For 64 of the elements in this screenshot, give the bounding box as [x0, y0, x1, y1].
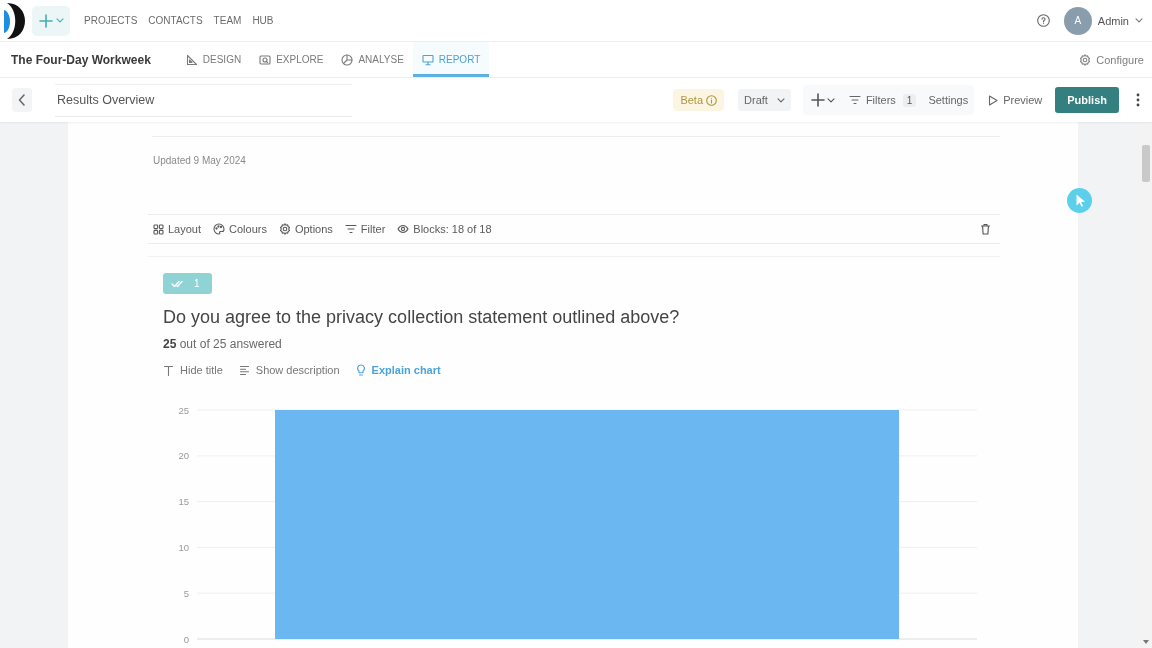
- nav-link[interactable]: PROJECTS: [84, 15, 138, 26]
- question-title: Do you agree to the privacy collection statement outlined above?: [163, 306, 681, 328]
- project-title: The Four-Day Workweek: [11, 52, 151, 67]
- double-check-icon: [171, 278, 183, 289]
- text-lines-icon: [238, 364, 250, 376]
- plus-icon: [810, 93, 825, 107]
- info-icon: [706, 94, 718, 106]
- magnifier-frame-icon: [259, 53, 272, 66]
- add-block-button[interactable]: [808, 93, 837, 107]
- avatar: A: [1063, 6, 1092, 35]
- publish-button[interactable]: Publish: [1055, 87, 1119, 113]
- text-icon: [163, 364, 174, 376]
- filter-icon: [848, 95, 861, 105]
- eye-icon: [397, 223, 410, 235]
- logo-icon[interactable]: [2, 2, 28, 39]
- layout-button[interactable]: Layout: [153, 223, 202, 235]
- filter-count: 1: [902, 93, 917, 107]
- updated-date: Updated 9 May 2024: [152, 155, 247, 167]
- trash-icon[interactable]: [980, 223, 991, 235]
- report-title-field[interactable]: Results Overview: [55, 83, 352, 117]
- y-axis-label: 5: [183, 587, 189, 599]
- y-axis-label: 20: [178, 450, 189, 462]
- filter-icon: [344, 224, 357, 234]
- settings-button[interactable]: Settings: [928, 94, 969, 106]
- options-button[interactable]: Options: [278, 223, 333, 235]
- user-menu-button[interactable]: A Admin: [1063, 6, 1143, 35]
- palette-icon: [213, 223, 226, 235]
- gear-icon: [278, 223, 291, 235]
- tab[interactable]: EXPLORE: [250, 42, 333, 77]
- nav-link[interactable]: CONTACTS: [148, 15, 203, 26]
- question-number: 1: [194, 278, 200, 289]
- y-axis-label: 10: [178, 541, 189, 553]
- configure-button[interactable]: Configure: [1079, 53, 1144, 66]
- filter-button[interactable]: Filter: [344, 223, 386, 235]
- tab[interactable]: DESIGN: [176, 42, 251, 77]
- hide-title-button[interactable]: Hide title: [163, 364, 223, 376]
- back-button[interactable]: [12, 88, 32, 112]
- monitor-icon: [421, 53, 434, 66]
- status-dropdown[interactable]: Draft: [738, 89, 791, 111]
- gear-icon: [1079, 53, 1092, 66]
- kebab-menu-icon[interactable]: [1136, 93, 1140, 107]
- preview-button[interactable]: Preview: [988, 94, 1043, 106]
- colours-button[interactable]: Colours: [213, 223, 267, 235]
- pie-chart-icon: [341, 53, 354, 66]
- plus-icon: [38, 13, 53, 28]
- nav-link[interactable]: TEAM: [213, 15, 242, 26]
- play-icon: [988, 94, 999, 106]
- help-icon[interactable]: [1036, 14, 1050, 27]
- chevron-down-icon: [1135, 18, 1143, 23]
- filters-button[interactable]: Filters 1: [848, 93, 917, 107]
- blocks-button[interactable]: Blocks: 18 of 18: [397, 223, 492, 235]
- chevron-down-icon: [826, 97, 835, 103]
- grid-icon: [153, 223, 164, 235]
- y-axis-label: 25: [178, 404, 189, 416]
- y-axis-label: 0: [183, 633, 189, 645]
- tab[interactable]: ANALYSE: [332, 42, 413, 77]
- show-description-button[interactable]: Show description: [238, 364, 340, 376]
- nav-link[interactable]: HUB: [252, 15, 274, 26]
- lightbulb-icon: [355, 364, 366, 376]
- chevron-left-icon: [18, 94, 26, 106]
- chevron-down-icon: [776, 97, 785, 103]
- answered-count: 25 out of 25 answered: [163, 337, 283, 351]
- chevron-down-icon: [55, 18, 64, 23]
- y-axis-label: 15: [178, 496, 189, 508]
